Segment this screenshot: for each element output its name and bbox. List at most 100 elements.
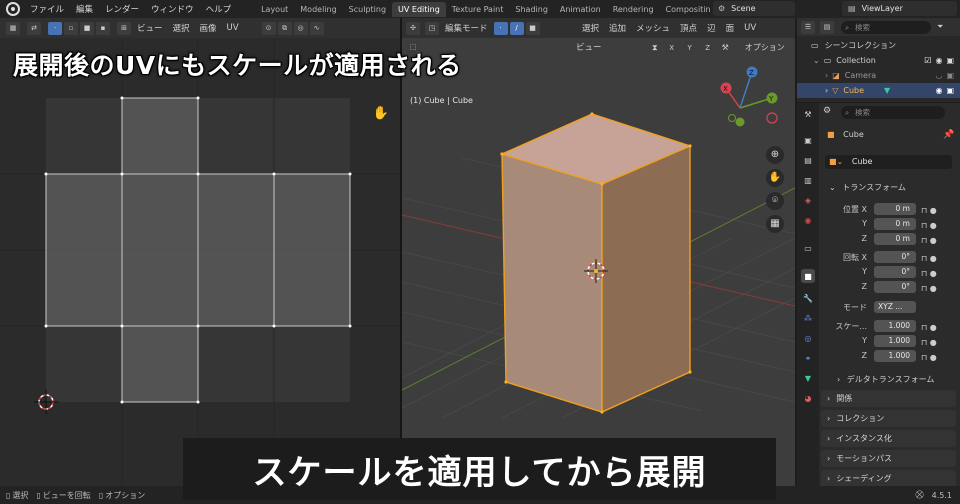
uv-face-top[interactable] (121, 97, 199, 175)
rotation-mode-dropdown[interactable]: XYZ ... (874, 301, 916, 313)
menu-render[interactable]: レンダー (99, 3, 145, 15)
tab-layout[interactable]: Layout (255, 2, 294, 17)
lock-icon[interactable]: ⊓ ● (921, 350, 951, 365)
vp-menu-add[interactable]: 追加 (604, 22, 631, 34)
hand-pan-icon[interactable]: ✋ (766, 169, 784, 187)
lock-icon[interactable]: ⊓ ● (921, 218, 951, 233)
vp-menu-edge[interactable]: 辺 (702, 22, 721, 34)
uv-menu-image[interactable]: 画像 (195, 22, 222, 34)
tab-shading[interactable]: Shading (509, 2, 554, 17)
lock-icon[interactable]: ⊓ ● (921, 251, 951, 266)
vertex-mode-icon[interactable]: · (493, 21, 508, 35)
vp-menu-uv[interactable]: UV (739, 23, 761, 33)
properties-type-icon[interactable]: ⚙ (823, 106, 831, 116)
zoom-icon[interactable]: ⊕ (766, 146, 784, 164)
uv-menu-select[interactable]: 選択 (168, 22, 195, 34)
mode-selector[interactable]: 編集モード (440, 22, 493, 34)
location-z-field[interactable]: 0 m (874, 233, 916, 245)
sync-selection-icon[interactable]: ⇄ (27, 21, 41, 35)
snap-icon[interactable]: ⧉ (277, 21, 292, 35)
menu-file[interactable]: ファイル (24, 3, 70, 15)
vp-menu-view[interactable]: ビュー (571, 41, 607, 53)
properties-search[interactable]: ⌕ 検索 (841, 106, 945, 119)
chevron-down-icon[interactable]: ⌄ (813, 56, 820, 65)
blender-logo-icon[interactable] (6, 2, 20, 16)
uv-canvas[interactable]: ✋ (0, 38, 400, 486)
rotation-x-field[interactable]: 0° (874, 251, 916, 263)
outliner-row-scene-collection[interactable]: ▭ シーンコレクション (797, 38, 960, 53)
outliner-row-collection[interactable]: ⌄ ▭ Collection ☑ ◉ ▣ (797, 53, 960, 68)
menu-help[interactable]: ヘルプ (200, 3, 238, 15)
render-tab-icon[interactable]: ▣ (801, 133, 815, 147)
location-y-field[interactable]: 0 m (874, 218, 916, 230)
outliner-row-cube[interactable]: › ▽ Cube ▼ ◉ ▣ (797, 83, 960, 98)
view-layer-selector[interactable]: ▤ ViewLayer (842, 1, 957, 16)
transform-tool-icon[interactable]: ✣ (406, 21, 420, 35)
collection-tab-icon[interactable]: ▭ (801, 241, 815, 255)
checkbox-icon[interactable]: ☑ (924, 56, 931, 65)
falloff-icon[interactable]: ∿ (309, 21, 324, 35)
uv-face-right[interactable] (197, 173, 275, 327)
cube-eye-icon[interactable]: ◉ (935, 86, 942, 95)
transform-panel-header[interactable]: ⌄ トランスフォーム (829, 182, 906, 193)
face-mode-icon[interactable]: ■ (525, 21, 540, 35)
physics-tab-icon[interactable]: ◎ (801, 331, 815, 345)
uv-face-back[interactable] (273, 173, 351, 327)
tab-uv-editing[interactable]: UV Editing (392, 1, 446, 17)
location-x-field[interactable]: 0 m (874, 203, 916, 215)
shading-panel[interactable]: › シェーディング (821, 470, 956, 487)
tab-texture-paint[interactable]: Texture Paint (446, 2, 510, 17)
view-layer-tab-icon[interactable]: ▥ (801, 173, 815, 187)
render-camera-icon[interactable]: ▣ (946, 56, 954, 65)
island-select-icon[interactable]: ▪ (96, 21, 110, 35)
hand-pan-icon[interactable]: ✋ (372, 106, 390, 124)
lock-icon[interactable]: ⊓ ● (921, 335, 951, 350)
lock-icon[interactable]: ⊓ ● (921, 233, 951, 248)
rotation-y-field[interactable]: 0° (874, 266, 916, 278)
filter-icon[interactable]: ⏷ (937, 22, 943, 32)
uv-menu-uv[interactable]: UV (222, 23, 244, 33)
edge-mode-icon[interactable]: / (509, 21, 524, 35)
perspective-grid-icon[interactable]: ▦ (766, 215, 784, 233)
filter-display-icon[interactable]: ▤ (820, 20, 834, 34)
lock-icon[interactable]: ⊓ ● (921, 281, 951, 296)
cube-render-icon[interactable]: ▣ (946, 86, 954, 95)
camera-render-icon[interactable]: ▣ (946, 71, 954, 80)
motion-paths-panel[interactable]: › モーションパス (821, 450, 956, 467)
data-tab-icon[interactable]: ▼ (801, 371, 815, 385)
select-box-icon[interactable]: ⬚ (406, 40, 420, 54)
face-select-icon[interactable]: ■ (80, 21, 94, 35)
particles-tab-icon[interactable]: ⁂ (801, 311, 815, 325)
camera-view-icon[interactable]: ⌾ (766, 192, 784, 210)
outliner-search[interactable]: ⌕ 検索 (841, 20, 931, 34)
vp-menu-select[interactable]: 選択 (577, 22, 604, 34)
tool-tab-icon[interactable]: ⚒ (801, 107, 815, 121)
output-tab-icon[interactable]: ▤ (801, 153, 815, 167)
rotation-z-field[interactable]: 0° (874, 281, 916, 293)
delta-transform-header[interactable]: › デルタトランスフォーム (837, 374, 934, 385)
outliner-type-icon[interactable]: ☰ (801, 20, 815, 34)
lock-icon[interactable]: ⊓ ● (921, 203, 951, 218)
menu-edit[interactable]: 編集 (70, 3, 99, 15)
uv-face-bottom[interactable] (121, 325, 199, 403)
editor-type-icon[interactable]: ▦ (6, 21, 20, 35)
tab-modeling[interactable]: Modeling (294, 2, 342, 17)
menu-window[interactable]: ウィンドウ (145, 3, 200, 15)
edge-select-icon[interactable]: ▫ (64, 21, 78, 35)
viewport-canvas[interactable]: Z X Y (1) Cube | Cube ⊕ ✋ ⌾ ▦ ⧗ X Y Z ⚒ … (402, 38, 795, 486)
scale-z-field[interactable]: 1.000 (874, 350, 916, 362)
sticky-select-icon[interactable]: ⊞ (117, 21, 131, 35)
object-tab-icon[interactable]: ■ (801, 269, 815, 283)
pivot-icon[interactable]: ⊙ (261, 21, 276, 35)
uv-face-front[interactable] (121, 173, 199, 327)
object-datablock-field[interactable]: ■⌄ Cube (825, 155, 952, 169)
tab-rendering[interactable]: Rendering (607, 2, 660, 17)
proportional-icon[interactable]: ◎ (293, 21, 308, 35)
outliner-row-camera[interactable]: › ◪ Camera ◡ ▣ (797, 68, 960, 83)
vp-menu-vertex[interactable]: 頂点 (675, 22, 702, 34)
vp-menu-face[interactable]: 面 (721, 22, 740, 34)
vp-menu-mesh[interactable]: メッシュ (631, 22, 675, 34)
lock-icon[interactable]: ⊓ ● (921, 266, 951, 281)
tab-animation[interactable]: Animation (554, 2, 607, 17)
eye-icon[interactable]: ◉ (935, 56, 942, 65)
